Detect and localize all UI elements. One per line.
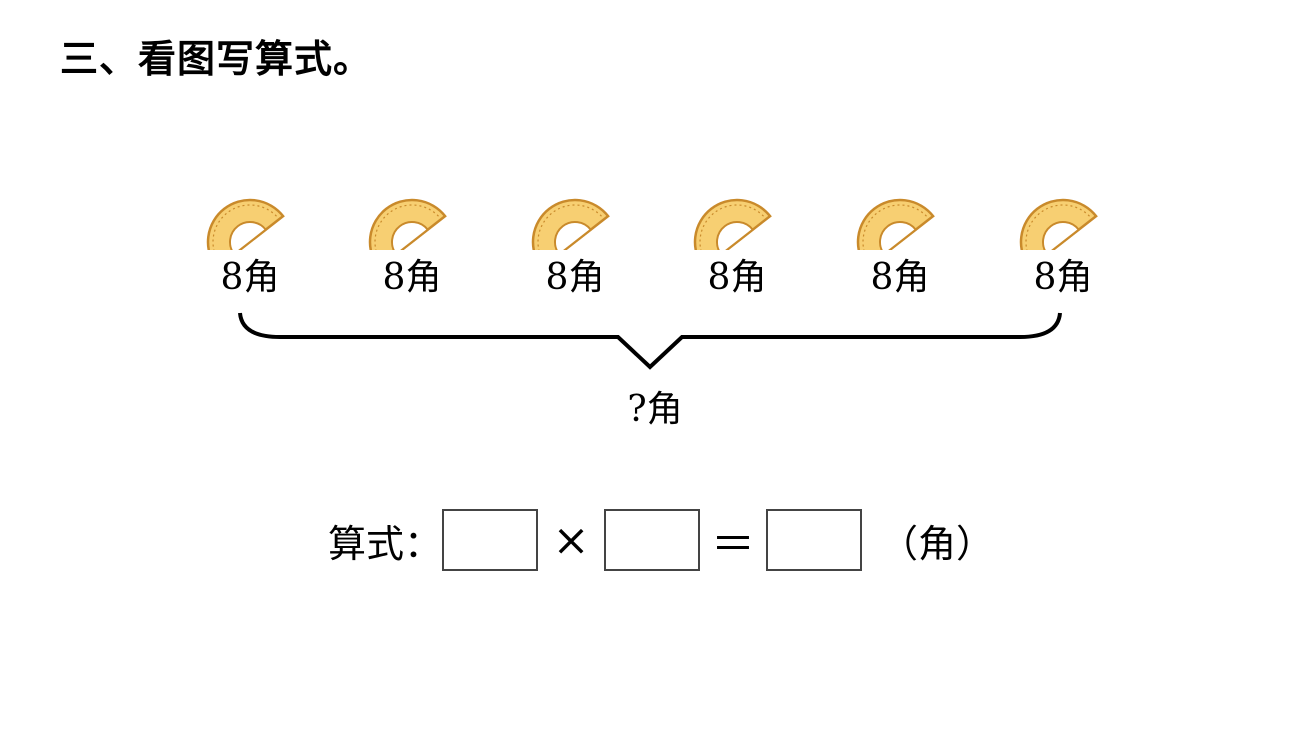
protractor-item: 8角 <box>520 164 630 298</box>
item-value-label: 8角 <box>382 257 442 298</box>
protractor-icon <box>206 198 285 250</box>
worksheet-page: 三、看图写算式。 8角 8角 8角 8角 8角 8角 ?角 算式： × ＝ （角… <box>0 0 1300 740</box>
equation-prefix: 算式： <box>328 521 443 566</box>
protractor-item: 8角 <box>845 164 955 298</box>
answer-box-3[interactable] <box>766 509 863 571</box>
item-value-label: 8角 <box>220 257 280 298</box>
protractor-icon <box>856 198 935 250</box>
item-value-label: 8角 <box>870 257 930 298</box>
item-value-label: 8角 <box>707 257 767 298</box>
item-value-label: 8角 <box>1033 257 1093 298</box>
answer-box-2[interactable] <box>604 509 701 571</box>
protractor-item: 8角 <box>195 164 305 298</box>
protractor-icon <box>531 198 610 250</box>
unit-label: （角） <box>880 521 995 566</box>
equals-sign: ＝ <box>711 519 756 570</box>
item-value-label: 8角 <box>545 257 605 298</box>
protractor-icon <box>368 198 447 250</box>
protractor-item: 8角 <box>357 164 467 298</box>
protractor-icon <box>693 198 772 250</box>
curly-brace <box>238 312 1062 370</box>
protractor-item: 8角 <box>682 164 792 298</box>
question-title: 三、看图写算式。 <box>60 36 373 81</box>
total-amount-label: ?角 <box>627 389 683 430</box>
answer-box-1[interactable] <box>442 509 539 571</box>
times-sign: × <box>552 514 590 566</box>
protractor-item: 8角 <box>1008 164 1118 298</box>
equation-row: 算式： × ＝ （角） <box>328 508 994 572</box>
protractor-icon <box>1019 198 1098 250</box>
